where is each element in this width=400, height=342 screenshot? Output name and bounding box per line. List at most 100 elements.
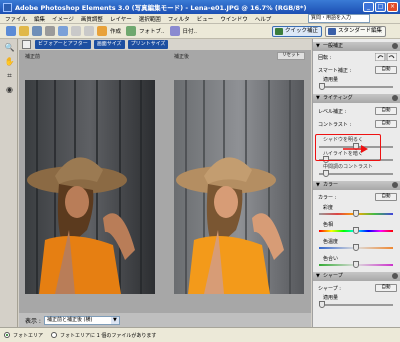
hue-thumb[interactable] [353,227,359,234]
date-view-icon[interactable] [169,26,180,36]
before-photo [25,80,155,294]
lighting-title: ライティング [323,95,353,101]
smart-fix-slider[interactable] [319,83,393,90]
photo-bin-radio[interactable] [4,332,10,338]
color-title: カラー [323,182,339,188]
rotate-label: 回転 : [318,55,332,61]
menu-layer[interactable]: レイヤー [110,15,132,23]
new-file-icon[interactable] [6,26,16,36]
color-header[interactable]: ▼ カラー [313,181,400,190]
smart-fix-amount-label: 適用量 [323,77,339,83]
rotate-buttons[interactable] [374,52,398,62]
temperature-thumb[interactable] [353,244,359,251]
temperature-label: 色温度 [323,239,339,245]
sharpen-slider[interactable] [319,301,393,308]
standard-edit-icon [328,28,336,35]
color-fix-label: カラー : [318,195,337,201]
menu-help[interactable]: ヘルプ [255,15,272,23]
help-icon[interactable] [392,95,398,101]
color-auto-button[interactable]: 自動 [375,193,397,201]
red-eye-tool-icon[interactable]: ◉ [4,84,15,95]
print-icon[interactable] [45,26,55,36]
tint-thumb[interactable] [353,261,359,268]
close-button[interactable]: × [387,2,398,12]
quick-fix-panel: ▼ 一般補正 回転 : スマート補正 : 自動 適用量 ▼ ライティング レベル… [312,39,400,327]
collapse-triangle-icon: ▼ [316,43,320,49]
help-icon[interactable] [392,43,398,49]
hue-label: 色相 [323,222,334,228]
sharpen-auto-button[interactable]: 自動 [375,284,397,292]
midtone-thumb[interactable] [323,170,330,177]
collapse-triangle-icon: ▼ [316,182,320,188]
photo-browser-label[interactable]: フォトブ.. [139,27,165,35]
photo-browser-icon[interactable] [126,26,137,36]
create-label[interactable]: 作成 [110,27,121,35]
date-view-label[interactable]: 日付.. [183,27,198,35]
levels-auto-button[interactable]: 自動 [375,107,397,115]
save-icon[interactable] [32,26,42,36]
quick-fix-button[interactable]: クイック補正 [272,26,323,37]
photo-bin-label: フォトエリア [13,332,44,339]
menu-filter[interactable]: フィルタ [168,15,190,23]
undo-icon[interactable] [71,26,81,36]
view-bar: 表示 : 補正前と補正後 (横) ▼ [19,313,311,327]
standard-edit-label: スタンダード編集 [338,28,383,34]
email-icon[interactable] [58,26,68,36]
view-select[interactable]: 補正前と補正後 (横) ▼ [43,315,120,325]
help-icon[interactable] [392,182,398,188]
menu-file[interactable]: ファイル [5,15,27,23]
minimize-button[interactable]: _ [363,2,374,12]
tint-slider[interactable] [319,261,393,268]
saturation-label: 彩度 [323,205,334,211]
smart-fix-thumb[interactable] [319,83,325,90]
saturation-thumb[interactable] [353,210,359,217]
quick-fix-label: クイック補正 [285,28,319,34]
menu-select[interactable]: 選択範囲 [139,15,161,23]
reset-button[interactable]: リセット [277,52,305,60]
sharpen-header[interactable]: ▼ シャープ [313,272,400,281]
saturation-slider[interactable] [319,210,393,217]
hand-tool-icon[interactable]: ✋ [4,56,15,67]
sharpen-amount-label: 適用量 [323,295,339,301]
zoom-tool-icon[interactable]: 🔍 [4,42,15,53]
open-folder-icon[interactable] [19,26,29,36]
after-label: 補正後 [174,54,190,60]
menu-edit[interactable]: 編集 [34,15,45,23]
contrast-auto-button[interactable]: 自動 [375,120,397,128]
temperature-slider[interactable] [319,244,393,251]
tab-screen-size[interactable]: 画面サイズ [93,40,125,49]
smart-fix-auto-button[interactable]: 自動 [375,66,397,74]
contrast-label: コントラスト : [318,122,352,128]
midtone-slider[interactable] [319,170,393,177]
maximize-button[interactable]: □ [375,2,386,12]
sharpen-thumb[interactable] [319,301,325,308]
standard-edit-button[interactable]: スタンダード編集 [325,26,387,37]
photo-bin-bar: フォトエリア フォトエリアに 1 個のファイルがあります [0,327,400,342]
help-search-input[interactable]: 質問・用語を入力 [308,14,370,23]
smart-fix-label: スマート補正 : [318,68,352,74]
levels-label: レベル補正 : [318,109,347,115]
lighting-header[interactable]: ▼ ライティング [313,94,400,103]
menu-image[interactable]: イメージ [52,15,74,23]
file-count-label: フォトエリアに 1 個のファイルがあります [60,332,157,339]
menu-view[interactable]: ビュー [197,15,214,23]
quick-fix-icon [275,28,283,35]
help-icon[interactable] [392,273,398,279]
midtone-label: 中間調のコントラスト [323,164,373,170]
annotation-arrow-icon [343,145,368,153]
tab-print-size[interactable]: プリントサイズ [127,40,169,49]
hue-slider[interactable] [319,227,393,234]
before-label: 補正前 [25,54,41,60]
tab-before-after[interactable]: ビフォアーとアフター [35,40,91,49]
chevron-down-icon[interactable]: ▼ [110,316,119,324]
app-icon [3,2,12,12]
view-toggle-icon[interactable] [22,40,31,49]
general-fixes-title: 一般補正 [323,43,344,49]
file-count-radio[interactable] [51,332,58,338]
redo-icon[interactable] [84,26,94,36]
menu-enhance[interactable]: 画質調整 [81,15,103,23]
menu-window[interactable]: ウインドウ [220,15,248,23]
crop-tool-icon[interactable]: ⌗ [4,70,15,81]
create-icon[interactable] [97,26,107,36]
general-fixes-header[interactable]: ▼ 一般補正 [313,42,400,51]
